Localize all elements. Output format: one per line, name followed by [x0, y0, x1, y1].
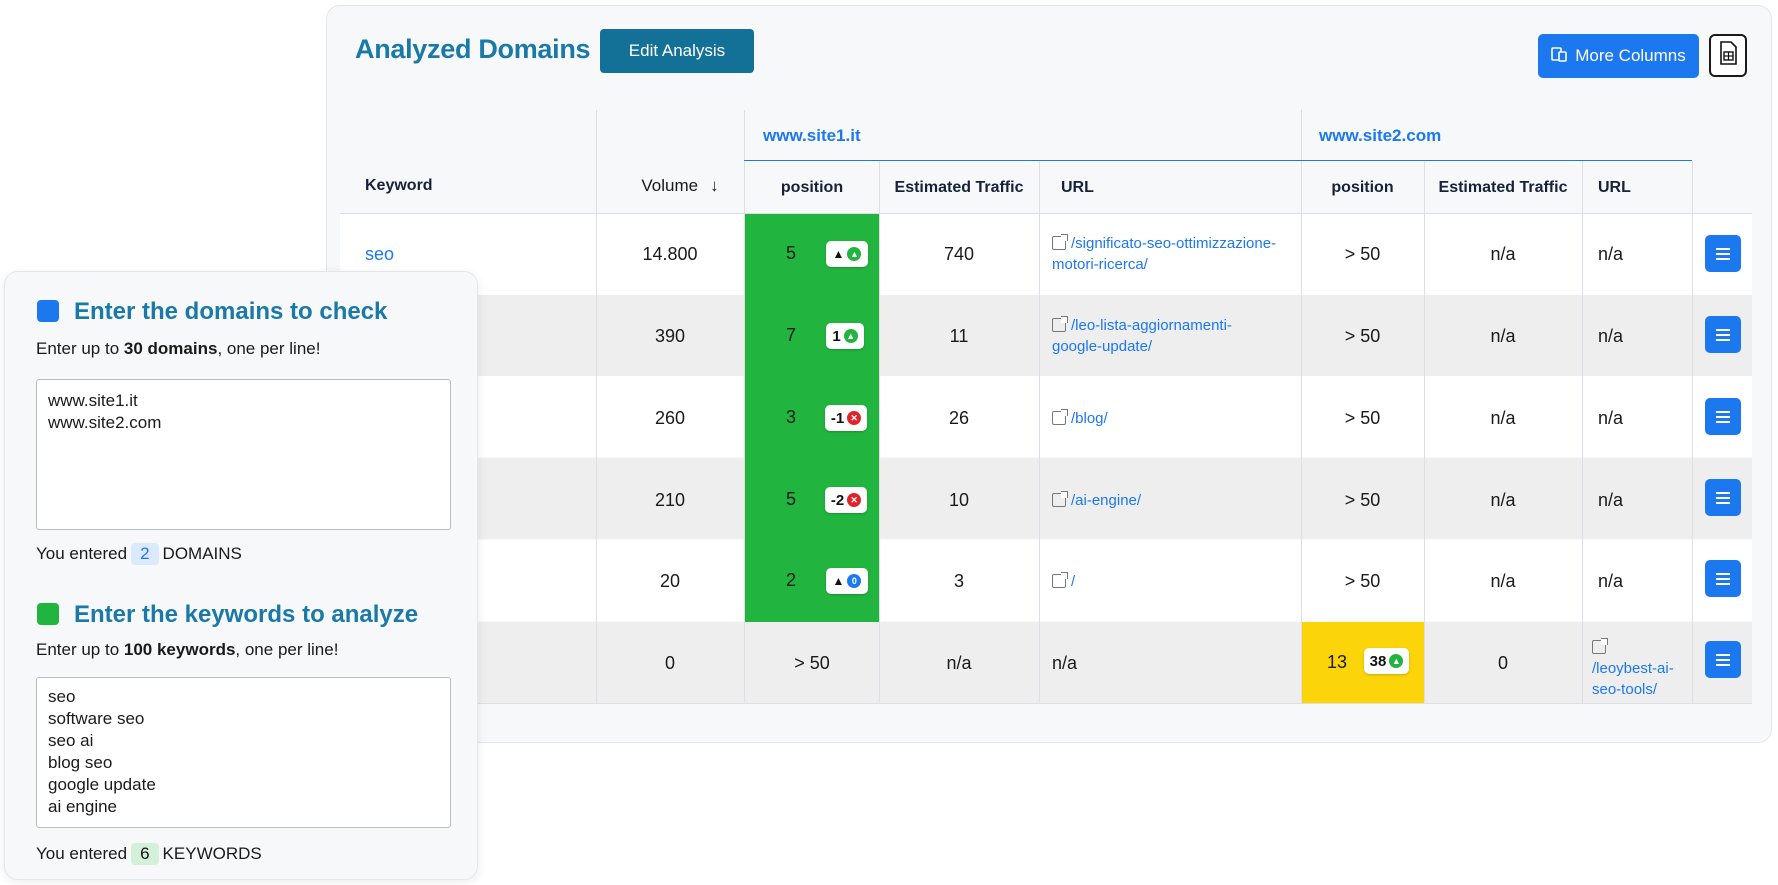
site2-url: n/a: [1598, 243, 1624, 264]
site2-position: > 50: [1344, 570, 1381, 591]
keywords-hint-bold: 100 keywords: [123, 640, 236, 659]
volume-cell: 0: [664, 652, 675, 673]
domains-count-post: DOMAINS: [162, 544, 242, 563]
keywords-hint-pre: Enter up to: [36, 640, 124, 659]
site2-traffic: n/a: [1490, 407, 1516, 428]
site1-position: > 50: [794, 652, 830, 673]
site2-traffic-header[interactable]: Estimated Traffic: [1424, 168, 1582, 208]
keywords-textarea[interactable]: seo software seo seo ai blog seo google …: [36, 677, 451, 828]
keywords-count-post: KEYWORDS: [162, 844, 262, 863]
domains-hint-pre: Enter up to: [36, 339, 124, 358]
site2-traffic: 0: [1497, 652, 1508, 673]
export-file-icon: [1718, 41, 1738, 70]
keywords-title: Enter the keywords to analyze: [74, 601, 419, 628]
site1-traffic: n/a: [946, 652, 972, 673]
keywords-square-icon: [37, 603, 59, 625]
site2-url-header[interactable]: URL: [1598, 168, 1678, 208]
more-columns-button[interactable]: More Columns: [1538, 34, 1699, 78]
columns-icon: [1551, 46, 1568, 67]
site2-position-header[interactable]: position: [1301, 168, 1424, 208]
page-title: Analyzed Domains: [355, 34, 591, 64]
volume-cell: 260: [654, 407, 686, 428]
edit-analysis-button[interactable]: Edit Analysis: [600, 29, 754, 73]
site2-position: > 50: [1344, 325, 1381, 346]
keywords-count-pre: You entered: [36, 844, 128, 863]
site2-header: www.site2.com: [1319, 126, 1442, 145]
domains-hint-post: , one per line!: [217, 339, 321, 358]
site1-url-header[interactable]: URL: [1061, 168, 1161, 208]
keywords-count-badge: 6: [131, 843, 159, 865]
site1-header: www.site1.it: [763, 126, 861, 145]
keyword-link[interactable]: seo: [365, 234, 465, 274]
domains-textarea[interactable]: www.site1.it www.site2.com: [36, 379, 451, 530]
site2-url: n/a: [1598, 489, 1624, 510]
domains-square-icon: [37, 300, 59, 322]
site1-traffic: 11: [949, 325, 969, 346]
volume-header[interactable]: Volume ↓: [615, 166, 745, 206]
domains-count-pre: You entered: [36, 544, 128, 563]
site2-url: n/a: [1598, 407, 1624, 428]
site2-position: > 50: [1344, 489, 1381, 510]
keyword-header[interactable]: Keyword: [365, 166, 515, 206]
site2-traffic: n/a: [1490, 489, 1516, 510]
site2-url: n/a: [1598, 325, 1624, 346]
site1-traffic: 26: [948, 407, 970, 428]
domains-hint: Enter up to 30 domains, one per line!: [36, 339, 320, 359]
domains-count-badge: 2: [131, 543, 159, 565]
keywords-count: You entered 6 KEYWORDS: [36, 843, 262, 865]
site2-traffic: n/a: [1490, 325, 1516, 346]
more-columns-label: More Columns: [1575, 46, 1686, 65]
export-file-button[interactable]: [1709, 34, 1747, 77]
site2-traffic: n/a: [1490, 570, 1516, 591]
site2-traffic: n/a: [1490, 243, 1516, 264]
volume-cell: 14.800: [642, 243, 698, 264]
site1-position-highlight: [745, 214, 879, 622]
keywords-hint: Enter up to 100 keywords, one per line!: [36, 640, 338, 660]
volume-cell: 210: [654, 489, 686, 510]
results-card: [326, 5, 1772, 743]
domains-count: You entered 2 DOMAINS: [36, 543, 242, 565]
volume-cell: 390: [654, 325, 686, 346]
volume-cell: 20: [659, 570, 681, 591]
site1-traffic: 740: [943, 243, 975, 264]
sort-down-icon: ↓: [710, 176, 719, 195]
site1-traffic: 3: [953, 570, 964, 591]
site2-position-highlight: [1301, 622, 1424, 703]
site2-position: > 50: [1344, 243, 1381, 264]
site2-position: > 50: [1344, 407, 1381, 428]
domains-title: Enter the domains to check: [74, 298, 388, 325]
site1-traffic-header[interactable]: Estimated Traffic: [879, 168, 1039, 208]
site1-traffic: 10: [948, 489, 970, 510]
site1-url: n/a: [1052, 652, 1078, 673]
domains-hint-bold: 30 domains: [123, 339, 218, 358]
volume-header-label: Volume: [641, 176, 699, 195]
site2-url: n/a: [1598, 570, 1624, 591]
site1-position-header[interactable]: position: [745, 168, 879, 208]
keywords-hint-post: , one per line!: [235, 640, 339, 659]
